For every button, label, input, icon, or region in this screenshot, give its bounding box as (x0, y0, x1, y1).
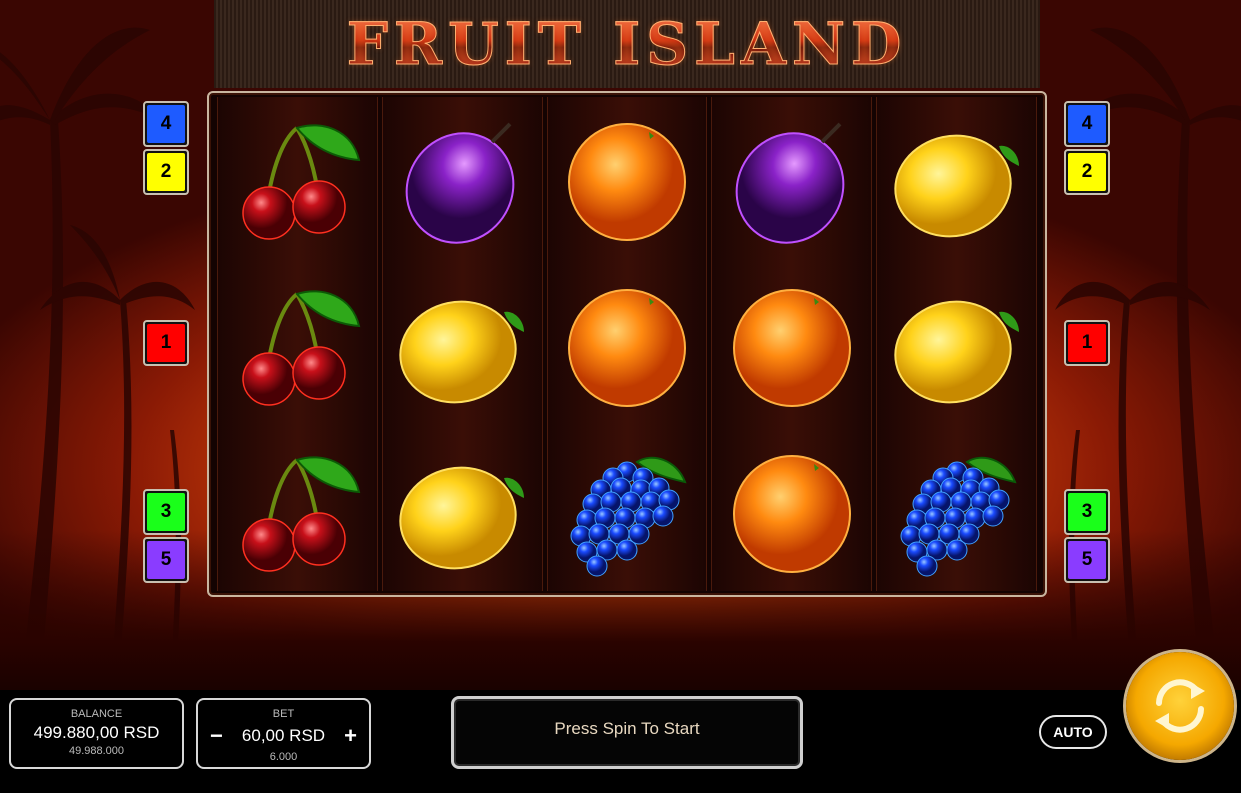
bet-increase-button[interactable]: + (344, 723, 357, 749)
orange-symbol-icon (548, 97, 707, 263)
payline-4-left-button[interactable]: 4 (143, 101, 189, 147)
bet-label: BET (272, 708, 295, 720)
lemon-symbol-icon (383, 429, 542, 595)
reel-1 (217, 97, 378, 591)
plum-symbol-icon (712, 97, 871, 263)
balance-panel: BALANCE 499.880,00 RSD 49.988.000 (9, 698, 184, 769)
game-title: FRUIT ISLAND (346, 10, 908, 79)
balance-value: 499.880,00 RSD (33, 723, 160, 742)
grapes-symbol-icon (548, 429, 707, 595)
reel-3 (546, 97, 708, 591)
payline-1-left-button[interactable]: 1 (143, 320, 189, 366)
auto-spin-button[interactable]: AUTO (1039, 715, 1107, 749)
lemon-symbol-icon (877, 97, 1036, 263)
payline-4-right-button[interactable]: 4 (1064, 101, 1110, 147)
title-banner: FRUIT ISLAND (214, 0, 1040, 88)
payline-3-label: 3 (1068, 493, 1106, 531)
payline-4-label: 4 (147, 105, 185, 143)
payline-1-right-button[interactable]: 1 (1064, 320, 1110, 366)
payline-2-label: 2 (1068, 153, 1106, 191)
payline-2-label: 2 (147, 153, 185, 191)
payline-2-left-button[interactable]: 2 (143, 149, 189, 195)
grapes-symbol-icon (877, 429, 1036, 595)
balance-credits: 49.988.000 (68, 745, 125, 757)
orange-symbol-icon (548, 263, 707, 429)
payline-2-right-button[interactable]: 2 (1064, 149, 1110, 195)
lemon-symbol-icon (877, 263, 1036, 429)
payline-1-label: 1 (147, 324, 185, 362)
bet-value: 60,00 RSD (241, 726, 326, 745)
plum-symbol-icon (383, 97, 542, 263)
payline-5-right-button[interactable]: 5 (1064, 537, 1110, 583)
balance-label: BALANCE (70, 708, 123, 720)
payline-5-left-button[interactable]: 5 (143, 537, 189, 583)
payline-1-label: 1 (1068, 324, 1106, 362)
bet-panel: BET − 60,00 RSD + 6.000 (196, 698, 371, 769)
refresh-arrows-icon (1155, 679, 1205, 733)
payline-4-label: 4 (1068, 105, 1106, 143)
reel-4 (711, 97, 873, 591)
status-message: Press Spin To Start (451, 696, 803, 769)
cherry-symbol-icon (218, 97, 377, 263)
payline-3-right-button[interactable]: 3 (1064, 489, 1110, 535)
orange-symbol-icon (712, 429, 871, 595)
reels-grid (207, 91, 1047, 597)
spin-button[interactable] (1126, 652, 1234, 760)
reel-2 (381, 97, 543, 591)
cherry-symbol-icon (218, 429, 377, 595)
cherry-symbol-icon (218, 263, 377, 429)
lemon-symbol-icon (383, 263, 542, 429)
bet-credits: 6.000 (269, 751, 298, 763)
payline-5-label: 5 (147, 541, 185, 579)
payline-3-left-button[interactable]: 3 (143, 489, 189, 535)
orange-symbol-icon (712, 263, 871, 429)
payline-5-label: 5 (1068, 541, 1106, 579)
reel-5 (876, 97, 1037, 591)
payline-3-label: 3 (147, 493, 185, 531)
bet-decrease-button[interactable]: − (210, 723, 223, 749)
